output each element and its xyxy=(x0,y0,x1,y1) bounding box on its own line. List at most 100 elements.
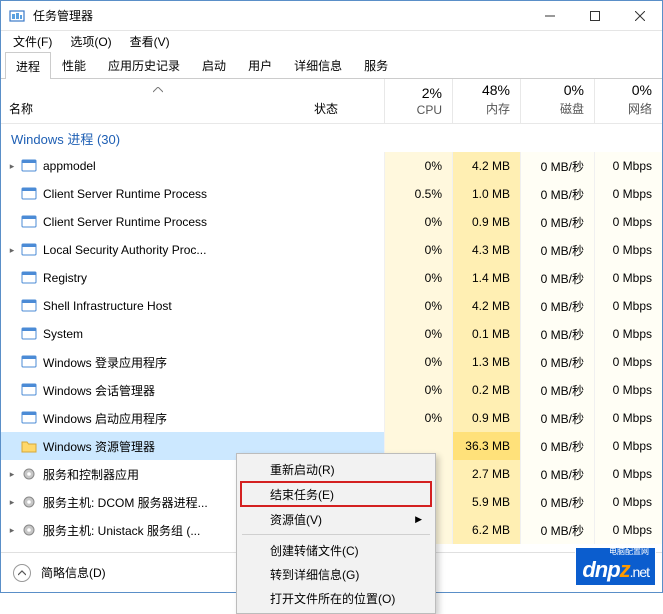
process-name: System xyxy=(43,327,83,341)
process-row[interactable]: Windows 启动应用程序 0% 0.9 MB 0 MB/秒 0 Mbps xyxy=(1,404,662,432)
cpu-label: CPU xyxy=(417,103,442,117)
context-menu-item[interactable]: 创建转储文件(C) xyxy=(240,538,432,562)
cell-memory: 4.3 MB xyxy=(452,236,520,264)
process-name: Windows 启动应用程序 xyxy=(43,410,167,427)
process-row[interactable]: ▸ appmodel 0% 4.2 MB 0 MB/秒 0 Mbps xyxy=(1,152,662,180)
cell-cpu: 0.5% xyxy=(384,180,452,208)
process-name: 服务和控制器应用 xyxy=(43,466,139,483)
maximize-button[interactable] xyxy=(572,1,617,30)
minimize-button[interactable] xyxy=(527,1,572,30)
cell-network: 0 Mbps xyxy=(594,208,662,236)
process-icon xyxy=(21,410,37,426)
cell-memory: 1.4 MB xyxy=(452,264,520,292)
fewer-details-label[interactable]: 简略信息(D) xyxy=(41,564,106,581)
process-icon xyxy=(21,242,37,258)
cell-cpu: 0% xyxy=(384,236,452,264)
tab-app-history[interactable]: 应用历史记录 xyxy=(97,51,191,78)
context-menu-item[interactable]: 结束任务(E) xyxy=(240,481,432,507)
menu-file[interactable]: 文件(F) xyxy=(5,31,60,52)
process-row[interactable]: ▸ Local Security Authority Proc... 0% 4.… xyxy=(1,236,662,264)
process-row[interactable]: Shell Infrastructure Host 0% 4.2 MB 0 MB… xyxy=(1,292,662,320)
submenu-arrow-icon: ▶ xyxy=(415,514,422,525)
expand-icon[interactable]: ▸ xyxy=(5,245,19,256)
context-menu-item[interactable]: 转到详细信息(G) xyxy=(240,562,432,586)
context-menu-item[interactable]: 重新启动(R) xyxy=(240,457,432,481)
process-icon xyxy=(21,522,37,538)
cell-disk: 0 MB/秒 xyxy=(520,236,594,264)
cell-memory: 4.2 MB xyxy=(452,152,520,180)
cell-cpu: 0% xyxy=(384,348,452,376)
context-menu-item[interactable]: 资源值(V)▶ xyxy=(240,507,432,531)
tab-details[interactable]: 详细信息 xyxy=(283,51,353,78)
process-icon xyxy=(21,186,37,202)
cell-network: 0 Mbps xyxy=(594,264,662,292)
tab-users[interactable]: 用户 xyxy=(237,51,283,78)
tab-startup[interactable]: 启动 xyxy=(191,51,237,78)
process-name: Client Server Runtime Process xyxy=(43,187,207,201)
menu-options[interactable]: 选项(O) xyxy=(62,31,119,52)
process-name: Shell Infrastructure Host xyxy=(43,299,172,313)
group-windows-processes[interactable]: Windows 进程 (30) xyxy=(1,124,662,152)
cpu-percent: 2% xyxy=(422,85,442,101)
process-icon xyxy=(21,298,37,314)
process-row[interactable]: Registry 0% 1.4 MB 0 MB/秒 0 Mbps xyxy=(1,264,662,292)
process-icon xyxy=(21,354,37,370)
cell-memory: 0.1 MB xyxy=(452,320,520,348)
cell-disk: 0 MB/秒 xyxy=(520,376,594,404)
mem-label: 内存 xyxy=(486,100,510,117)
cell-memory: 0.2 MB xyxy=(452,376,520,404)
cell-memory: 0.9 MB xyxy=(452,404,520,432)
disk-percent: 0% xyxy=(564,82,584,98)
process-name: appmodel xyxy=(43,159,96,173)
col-status[interactable]: 状态 xyxy=(314,79,384,123)
cell-memory: 6.2 MB xyxy=(452,516,520,544)
cell-cpu: 0% xyxy=(384,320,452,348)
cell-cpu: 0% xyxy=(384,292,452,320)
process-icon xyxy=(21,438,37,454)
expand-icon[interactable]: ▸ xyxy=(5,525,19,536)
process-row[interactable]: Windows 登录应用程序 0% 1.3 MB 0 MB/秒 0 Mbps xyxy=(1,348,662,376)
tab-processes[interactable]: 进程 xyxy=(5,52,51,79)
expand-icon[interactable]: ▸ xyxy=(5,161,19,172)
fewer-details-icon[interactable] xyxy=(13,564,31,582)
app-icon xyxy=(9,8,25,24)
tab-performance[interactable]: 性能 xyxy=(51,51,97,78)
net-percent: 0% xyxy=(632,82,652,98)
cell-disk: 0 MB/秒 xyxy=(520,180,594,208)
process-icon xyxy=(21,326,37,342)
cell-disk: 0 MB/秒 xyxy=(520,320,594,348)
close-button[interactable] xyxy=(617,1,662,30)
cell-network: 0 Mbps xyxy=(594,292,662,320)
process-row[interactable]: Windows 会话管理器 0% 0.2 MB 0 MB/秒 0 Mbps xyxy=(1,376,662,404)
expand-icon[interactable]: ▸ xyxy=(5,469,19,480)
cell-disk: 0 MB/秒 xyxy=(520,404,594,432)
menu-view[interactable]: 查看(V) xyxy=(122,31,178,52)
context-menu: 重新启动(R)结束任务(E)资源值(V)▶ 创建转储文件(C)转到详细信息(G)打… xyxy=(236,453,436,614)
col-name[interactable]: 名称 xyxy=(1,79,314,123)
process-name: Windows 登录应用程序 xyxy=(43,354,167,371)
cell-disk: 0 MB/秒 xyxy=(520,516,594,544)
tab-services[interactable]: 服务 xyxy=(353,51,399,78)
cell-disk: 0 MB/秒 xyxy=(520,292,594,320)
col-cpu[interactable]: 2% CPU xyxy=(384,79,452,123)
col-network[interactable]: 0% 网络 xyxy=(594,79,662,123)
process-row[interactable]: Client Server Runtime Process 0.5% 1.0 M… xyxy=(1,180,662,208)
sort-arrow-icon xyxy=(153,82,163,96)
process-name: Client Server Runtime Process xyxy=(43,215,207,229)
cell-cpu: 0% xyxy=(384,264,452,292)
process-icon xyxy=(21,466,37,482)
mem-percent: 48% xyxy=(482,82,510,98)
net-label: 网络 xyxy=(628,100,652,117)
process-icon xyxy=(21,382,37,398)
cell-memory: 1.3 MB xyxy=(452,348,520,376)
col-memory[interactable]: 48% 内存 xyxy=(452,79,520,123)
col-disk[interactable]: 0% 磁盘 xyxy=(520,79,594,123)
cell-memory: 0.9 MB xyxy=(452,208,520,236)
context-menu-item[interactable]: 打开文件所在的位置(O) xyxy=(240,586,432,610)
process-row[interactable]: System 0% 0.1 MB 0 MB/秒 0 Mbps xyxy=(1,320,662,348)
cell-network: 0 Mbps xyxy=(594,404,662,432)
process-row[interactable]: Client Server Runtime Process 0% 0.9 MB … xyxy=(1,208,662,236)
expand-icon[interactable]: ▸ xyxy=(5,497,19,508)
cell-memory: 5.9 MB xyxy=(452,488,520,516)
window-title: 任务管理器 xyxy=(33,7,527,24)
